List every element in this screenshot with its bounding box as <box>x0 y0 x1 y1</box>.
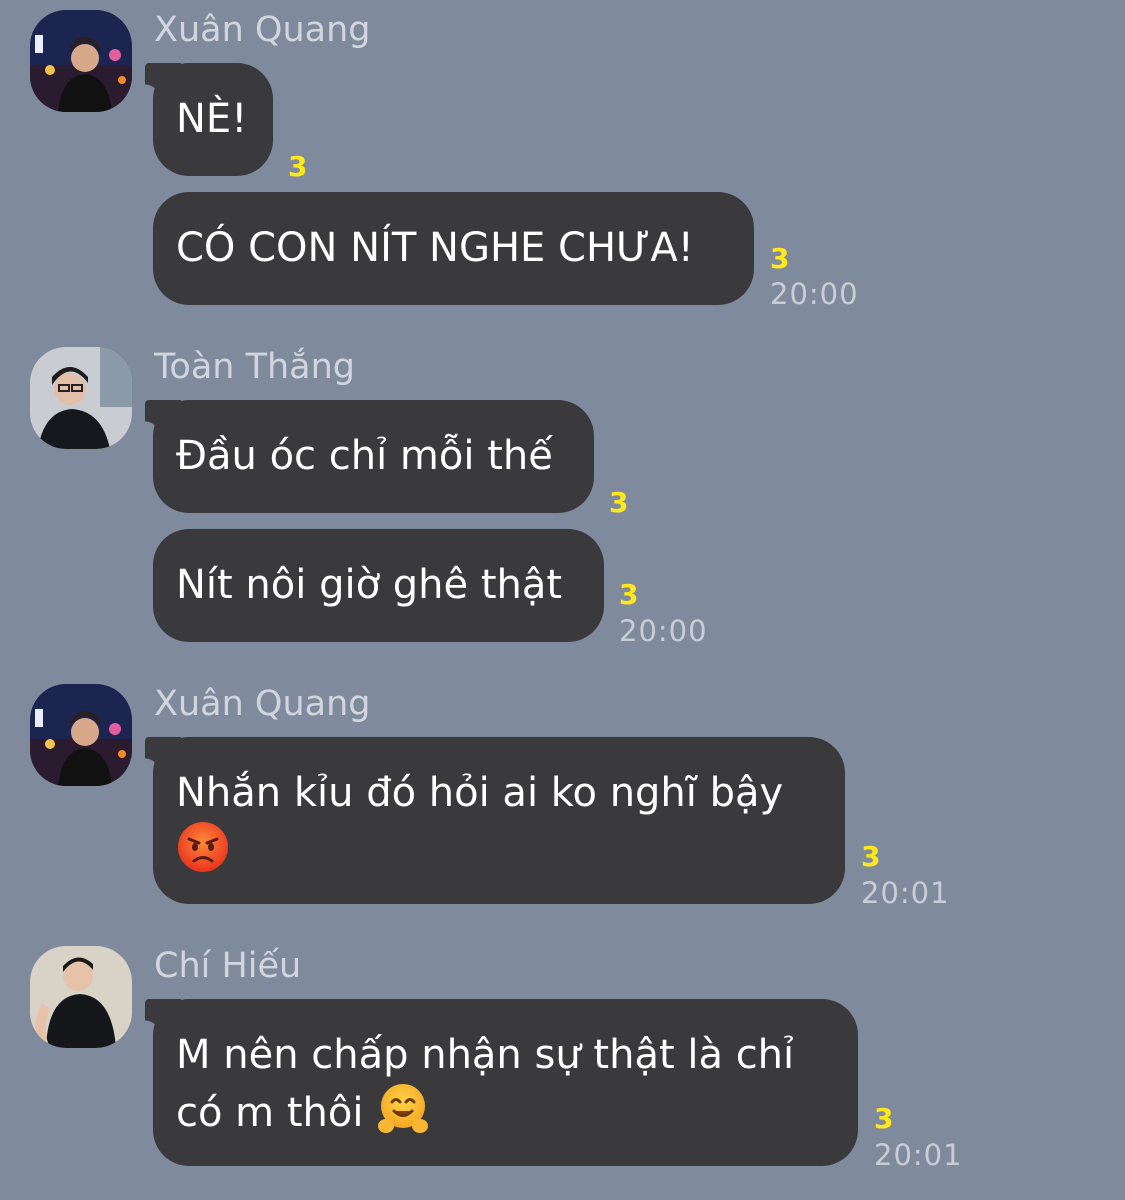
avatar-chi-hieu[interactable] <box>30 946 132 1048</box>
read-count: 3 <box>770 242 790 275</box>
message-bubble[interactable]: CÓ CON NÍT NGHE CHƯA! <box>153 192 754 305</box>
read-count: 3 <box>861 840 881 873</box>
read-count: 3 <box>619 578 639 611</box>
sender-name: Xuân Quang <box>154 684 371 724</box>
avatar-photo-icon <box>30 347 132 449</box>
avatar-photo-icon <box>30 10 132 112</box>
avatar-photo-icon <box>30 946 132 1048</box>
message-time: 20:00 <box>770 277 859 311</box>
message-text: có m thôi <box>176 1090 364 1136</box>
message-bubble[interactable]: NÈ! <box>145 63 273 176</box>
read-count: 3 <box>288 150 308 183</box>
message-text: NÈ! <box>176 96 248 142</box>
message-text: Nhắn kỉu đó hỏi ai ko nghĩ bậy <box>176 770 784 816</box>
message-time: 20:01 <box>861 876 950 910</box>
message-time: 20:00 <box>619 614 708 648</box>
read-count: 3 <box>609 486 629 519</box>
message-time: 20:01 <box>874 1138 963 1172</box>
message-bubble[interactable]: Nít nôi giờ ghê thật <box>153 529 604 642</box>
pouting-face-emoji <box>178 822 228 872</box>
avatar-xuan-quang[interactable] <box>30 10 132 112</box>
hugging-face-emoji <box>378 1084 429 1133</box>
message-text: CÓ CON NÍT NGHE CHƯA! <box>176 225 694 271</box>
sender-name: Toàn Thắng <box>154 347 356 387</box>
avatar-xuan-quang[interactable] <box>30 684 132 786</box>
message-bubble[interactable]: Đầu óc chỉ mỗi thế <box>145 400 594 513</box>
message-text: Đầu óc chỉ mỗi thế <box>176 433 553 479</box>
avatar-toan-thang[interactable] <box>30 347 132 449</box>
message-bubble[interactable]: M nên chấp nhận sự thật là chỉ có m thôi <box>145 999 858 1166</box>
message-text: M nên chấp nhận sự thật là chỉ <box>176 1032 795 1078</box>
sender-name: Xuân Quang <box>154 10 371 50</box>
read-count: 3 <box>874 1102 894 1135</box>
avatar-photo-icon <box>30 684 132 786</box>
message-bubble[interactable]: Nhắn kỉu đó hỏi ai ko nghĩ bậy <box>145 737 845 904</box>
message-text: Nít nôi giờ ghê thật <box>176 562 563 608</box>
sender-name: Chí Hiếu <box>154 946 302 986</box>
